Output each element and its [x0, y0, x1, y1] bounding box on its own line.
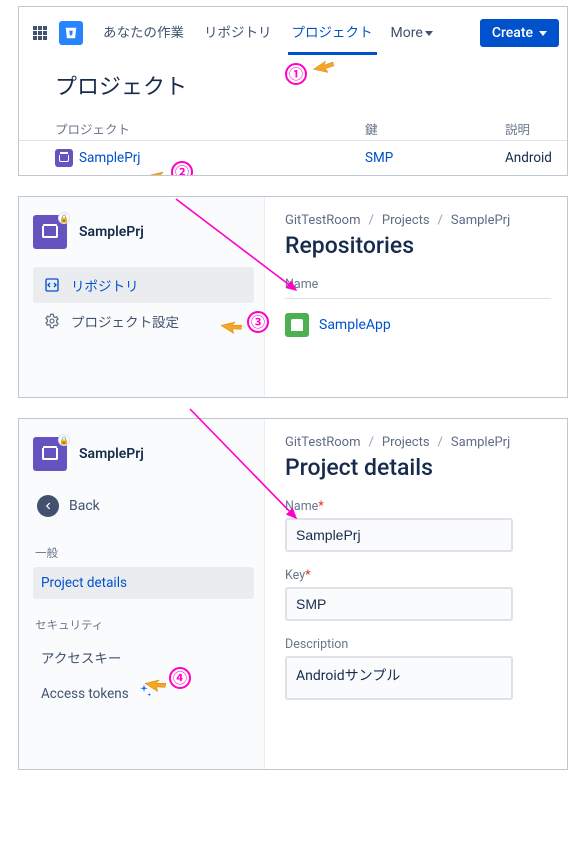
gear-icon — [43, 312, 61, 330]
repo-name-link[interactable]: SampleApp — [319, 317, 391, 333]
breadcrumb-workspace[interactable]: GitTestRoom — [285, 435, 361, 450]
project-table-header: プロジェクト 鍵 説明 — [19, 115, 567, 141]
repo-col-name: Name — [285, 277, 551, 299]
page-title: プロジェクト — [19, 51, 567, 115]
sidebar-item-label: リポジトリ — [71, 275, 139, 295]
sidebar-item-repositories[interactable]: リポジトリ — [33, 267, 254, 303]
project-tile-icon: 🔒 — [33, 437, 67, 471]
col-project: プロジェクト — [55, 119, 365, 138]
back-arrow-icon — [37, 495, 59, 517]
back-button[interactable]: Back — [33, 489, 254, 527]
breadcrumb-project[interactable]: SamplePrj — [451, 213, 510, 228]
name-field[interactable] — [285, 518, 513, 552]
chevron-down-icon — [539, 31, 547, 36]
panel-projects-list: あなたの作業 リポジトリ プロジェクト More Create プロジェクト プ… — [18, 6, 568, 176]
code-icon — [43, 276, 61, 294]
app-switcher-icon[interactable] — [27, 20, 53, 46]
breadcrumb-workspace[interactable]: GitTestRoom — [285, 213, 361, 228]
label-description: Description — [285, 637, 551, 652]
panel-repositories: 🔒 SamplePrj リポジトリ プロジェクト設定 GitTestRoom / — [18, 196, 568, 398]
description-field[interactable]: Androidサンプル — [285, 656, 513, 700]
project-tile-icon: 🔒 — [33, 215, 67, 249]
nav-projects[interactable]: プロジェクト — [284, 17, 381, 49]
bitbucket-logo-icon[interactable] — [59, 21, 83, 45]
lock-icon: 🔒 — [58, 212, 70, 224]
settings-sidebar: 🔒 SamplePrj Back 一般 Project details セキュリ… — [19, 419, 265, 769]
sidebar-link-access-keys[interactable]: アクセスキー — [33, 639, 254, 675]
page-heading: Project details — [285, 454, 551, 481]
project-details-content: GitTestRoom / Projects / SamplePrj Proje… — [265, 419, 567, 769]
chevron-down-icon — [425, 31, 433, 36]
project-name-link[interactable]: SamplePrj — [79, 150, 141, 166]
sidebar-link-project-details[interactable]: Project details — [33, 567, 254, 599]
page-heading: Repositories — [285, 232, 551, 259]
project-table-row[interactable]: SamplePrj SMP Android — [19, 141, 567, 171]
sidebar-item-label: プロジェクト設定 — [71, 311, 179, 331]
panel-project-details: 🔒 SamplePrj Back 一般 Project details セキュリ… — [18, 418, 568, 770]
android-app-icon — [285, 313, 309, 337]
key-field[interactable] — [285, 587, 513, 621]
label-name: Name* — [285, 499, 551, 514]
breadcrumb-project[interactable]: SamplePrj — [451, 435, 510, 450]
create-button[interactable]: Create — [480, 19, 559, 47]
project-folder-icon — [55, 149, 73, 167]
sidebar-section-general: 一般 — [35, 545, 252, 561]
breadcrumb-projects[interactable]: Projects — [382, 213, 430, 228]
label-key: Key* — [285, 568, 551, 583]
repositories-content: GitTestRoom / Projects / SamplePrj Repos… — [265, 197, 567, 397]
sidebar-section-security: セキュリティ — [35, 617, 252, 633]
sparkle-icon — [135, 683, 153, 705]
breadcrumb: GitTestRoom / Projects / SamplePrj — [285, 213, 551, 228]
sidebar-project-name: SamplePrj — [79, 446, 144, 462]
project-desc-cell: Android — [505, 150, 552, 166]
back-label: Back — [69, 498, 100, 514]
sidebar-link-access-tokens[interactable]: Access tokens — [33, 675, 254, 713]
breadcrumb: GitTestRoom / Projects / SamplePrj — [285, 435, 551, 450]
col-description: 説明 — [505, 119, 530, 138]
project-key-cell: SMP — [365, 150, 505, 166]
breadcrumb-projects[interactable]: Projects — [382, 435, 430, 450]
nav-more[interactable]: More — [385, 17, 439, 49]
nav-your-work[interactable]: あなたの作業 — [95, 17, 192, 49]
project-sidebar: 🔒 SamplePrj リポジトリ プロジェクト設定 — [19, 197, 265, 397]
sidebar-item-project-settings[interactable]: プロジェクト設定 — [33, 303, 254, 339]
col-key: 鍵 — [365, 119, 505, 138]
sidebar-project-name: SamplePrj — [79, 224, 144, 240]
nav-repositories[interactable]: リポジトリ — [196, 17, 280, 49]
top-navbar: あなたの作業 リポジトリ プロジェクト More Create — [19, 11, 567, 51]
repo-row[interactable]: SampleApp — [285, 309, 551, 341]
lock-icon: 🔒 — [58, 434, 70, 446]
